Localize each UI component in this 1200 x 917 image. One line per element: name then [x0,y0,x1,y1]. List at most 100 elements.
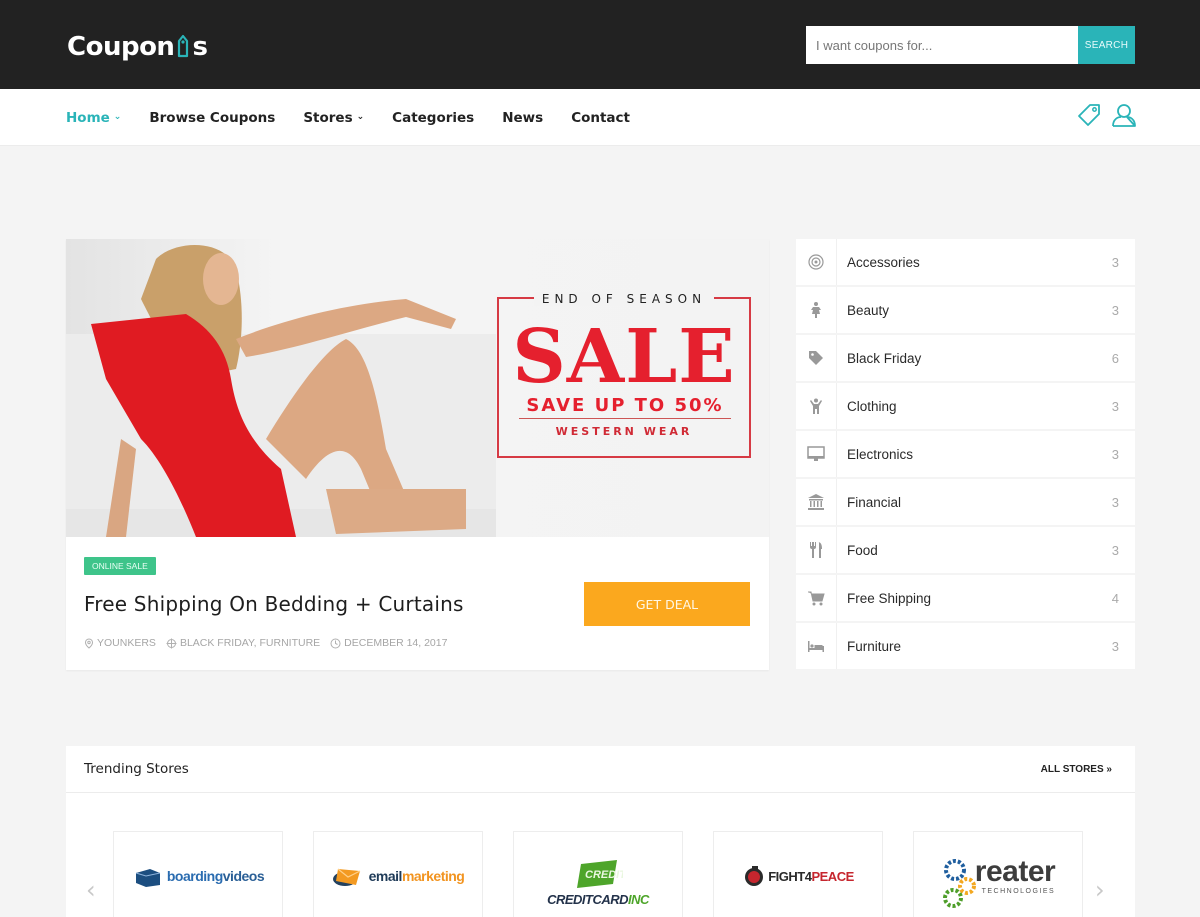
main-nav: Home ⌄ Browse Coupons Stores ⌄ Categories … [66,89,658,146]
nav-item-contact[interactable]: Contact [571,110,630,126]
category-item-financial[interactable]: Financial 3 [796,479,1135,525]
store-card[interactable]: FIGHT4PEACE [713,831,883,917]
category-count: 3 [1111,446,1119,462]
nav-label: Contact [571,109,630,126]
bed-icon [808,641,824,652]
category-count: 3 [1111,494,1119,510]
logo-suffix: s [192,32,208,62]
woman-icon [811,302,821,318]
carousel-prev-arrow[interactable]: ‹ [86,876,96,904]
cutlery-icon [810,542,822,558]
category-count: 4 [1111,590,1119,606]
nav-item-news[interactable]: News [502,110,543,126]
category-count: 6 [1111,350,1119,366]
category-count: 3 [1111,254,1119,270]
category-count: 3 [1111,638,1119,654]
deal-date: DECEMBER 14, 2017 [330,637,447,649]
deal-title[interactable]: Free Shipping On Bedding + Curtains [84,592,464,616]
bank-icon [808,494,824,510]
all-stores-link[interactable]: ALL STORES » [1041,764,1112,775]
cart-icon [808,591,825,606]
category-item-accessories[interactable]: Accessories 3 [796,239,1135,285]
category-count: 3 [1111,398,1119,414]
deal-type-badge[interactable]: ONLINE SALE [84,557,156,575]
envelope-logo-icon [332,868,360,886]
store-logo: FIGHT4PEACE [742,864,854,888]
tag-icon[interactable] [1076,102,1102,128]
store-card[interactable]: emailmarketing [313,831,483,917]
deal-banner-image[interactable]: END OF SEASON SALE SAVE UP TO 50% WESTER… [66,239,769,537]
svg-text:CREDIT: CREDIT [585,869,623,881]
deal-store[interactable]: YOUNKERS [84,637,156,649]
date-text: DECEMBER 14, 2017 [344,637,448,649]
chevron-down-icon: ⌄ [113,111,122,122]
nav-item-home[interactable]: Home ⌄ [66,110,121,126]
category-item-black-friday[interactable]: Black Friday 6 [796,335,1135,381]
nav-label: Categories [392,109,475,126]
site-logo[interactable]: Coupon s [67,26,208,62]
section-header: Trending Stores ALL STORES » [66,746,1135,793]
deal-meta: YOUNKERS BLACK FRIDAY, FURNITURE DECEMBE… [84,637,447,649]
deal-categories[interactable]: BLACK FRIDAY, FURNITURE [166,637,320,649]
category-label: Black Friday [847,350,922,366]
chevron-down-icon: ⌄ [356,111,365,122]
store-logo: CREDIT CREDITCARDINC [547,859,649,907]
box-logo-icon [135,869,160,887]
store-tagline: TECHNOLOGIES [981,888,1056,895]
store-logo: boardingvideos [132,865,265,887]
nav-item-stores[interactable]: Stores ⌄ [303,110,364,126]
category-label: Furniture [847,638,902,654]
category-item-furniture[interactable]: Furniture 3 [796,623,1135,669]
nav-label: Home [66,109,110,126]
category-count: 3 [1111,302,1119,318]
banner-subline: SAVE UP TO 50% [519,395,731,419]
category-label: Electronics [847,446,914,462]
nav-label: Stores [303,109,353,126]
store-card[interactable]: reater TECHNOLOGIES [913,831,1083,917]
search-button[interactable]: SEARCH [1078,26,1135,64]
banner-top-line: END OF SEASON [533,292,715,306]
tag-icon [809,351,823,365]
clock-icon [330,638,341,648]
category-list: Accessories 3 Beauty 3 Black Friday 6 Cl… [796,239,1135,671]
nav-item-browse-coupons[interactable]: Browse Coupons [149,110,275,126]
category-item-free-shipping[interactable]: Free Shipping 4 [796,575,1135,621]
target-icon [808,254,824,270]
store-card[interactable]: CREDIT CREDITCARDINC [513,831,683,917]
banner-headline: SALE [512,314,736,400]
model-photo [66,245,496,537]
category-item-clothing[interactable]: Clothing 3 [796,383,1135,429]
featured-deal-card: END OF SEASON SALE SAVE UP TO 50% WESTER… [66,239,769,670]
store-name: reater [974,855,1056,888]
get-deal-button[interactable]: GET DEAL [584,582,750,626]
category-item-food[interactable]: Food 3 [796,527,1135,573]
gears-logo-icon [942,859,976,908]
store-card[interactable]: boardingvideos [113,831,283,917]
category-label: Accessories [847,254,920,270]
user-icon[interactable] [1111,102,1137,128]
location-pin-icon [84,637,94,649]
category-names: BLACK FRIDAY, FURNITURE [179,637,321,649]
banner-category: WESTERN WEAR [555,425,693,438]
search-input[interactable] [806,26,1078,64]
top-header: Coupon s SEARCH [0,0,1200,89]
logo-tag-icon [178,34,189,58]
category-label: Beauty [847,302,890,318]
card-logo-icon: CREDIT [577,859,623,888]
store-logo: emailmarketing [332,865,465,887]
desktop-icon [807,446,825,461]
category-item-electronics[interactable]: Electronics 3 [796,431,1135,477]
carousel-next-arrow[interactable]: › [1095,876,1105,904]
main-navbar: Home ⌄ Browse Coupons Stores ⌄ Categories … [0,89,1200,146]
nav-item-categories[interactable]: Categories [392,110,474,126]
category-icon [166,638,177,648]
sale-frame: END OF SEASON SALE SAVE UP TO 50% WESTER… [497,292,751,458]
child-icon [810,398,822,414]
nav-label: Browse Coupons [149,109,276,126]
trending-stores-section: Trending Stores ALL STORES » ‹ boardingv… [66,746,1135,917]
search-form: SEARCH [806,26,1135,64]
category-label: Free Shipping [847,590,932,606]
category-item-beauty[interactable]: Beauty 3 [796,287,1135,333]
section-title: Trending Stores [84,761,189,777]
nav-icons [1076,102,1137,128]
